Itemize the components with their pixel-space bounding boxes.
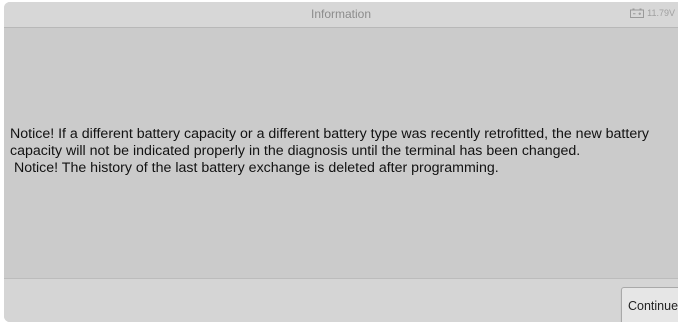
information-dialog: Information 11.79V Notice! If a differen… <box>4 2 678 322</box>
notice-message: Notice! If a different battery capacity … <box>10 126 672 177</box>
title-bar: Information 11.79V <box>4 2 678 28</box>
footer-bar: Continue <box>4 278 678 322</box>
message-area: Notice! If a different battery capacity … <box>4 28 678 278</box>
continue-button[interactable]: Continue <box>621 287 678 322</box>
window-title: Information <box>310 7 372 21</box>
notice-text-1: Notice! If a different battery capacity … <box>10 126 653 159</box>
notice-text-2: Notice! The history of the last battery … <box>10 160 499 176</box>
battery-voltage: 11.79V <box>647 8 675 18</box>
battery-status: 11.79V <box>630 8 675 18</box>
battery-icon <box>630 8 645 18</box>
